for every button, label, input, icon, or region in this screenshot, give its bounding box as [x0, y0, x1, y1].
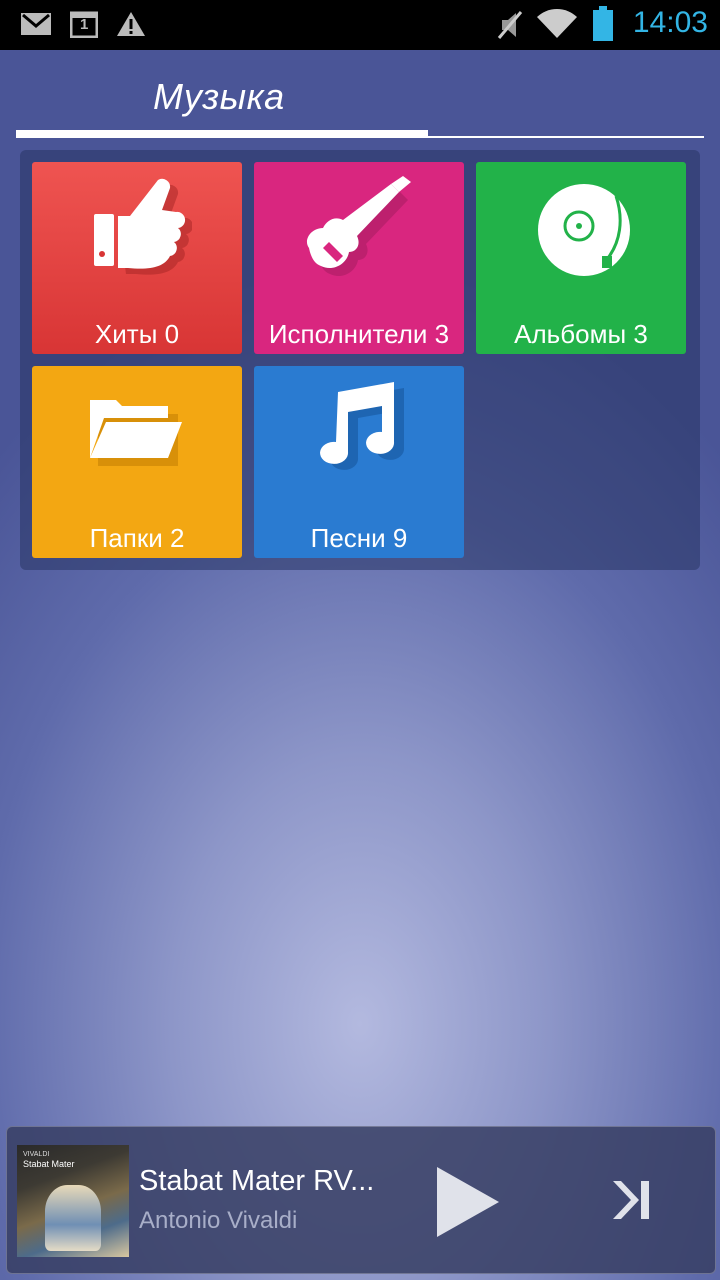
tile-label: Песни 9 — [310, 523, 408, 553]
tile-label: Исполнители 3 — [268, 319, 450, 349]
warning-icon — [116, 10, 146, 43]
gmail-icon — [20, 11, 52, 42]
thumbs-up-icon — [94, 178, 192, 275]
tile-label: Папки 2 — [89, 523, 185, 553]
turntable-icon — [538, 184, 630, 276]
next-track-button[interactable] — [609, 1177, 653, 1228]
clock: 14:03 — [632, 6, 708, 39]
play-button[interactable] — [433, 1165, 503, 1244]
battery-icon — [592, 6, 614, 47]
tile-artists[interactable]: Исполнители 3 — [254, 162, 464, 354]
mute-icon — [496, 10, 524, 45]
category-panel: Хиты 0 Исполнители 3 Альбомы 3 Папки 2 П… — [20, 150, 700, 570]
skip-next-icon — [613, 1181, 649, 1219]
album-cover[interactable]: VIVALDI Stabat Mater — [17, 1145, 129, 1257]
tab-indicator-active — [16, 130, 428, 138]
tile-songs[interactable]: Песни 9 — [254, 366, 464, 558]
song-title[interactable]: Stabat Mater RV... — [139, 1165, 374, 1198]
tile-label: Хиты 0 — [94, 319, 180, 349]
calendar-day: 1 — [80, 16, 89, 33]
cover-artwork — [45, 1185, 101, 1251]
now-playing-bar[interactable]: VIVALDI Stabat Mater Stabat Mater RV... … — [6, 1126, 716, 1274]
play-icon — [437, 1167, 499, 1237]
tile-hits[interactable]: Хиты 0 — [32, 162, 242, 354]
header: Музыка — [0, 50, 720, 140]
wifi-icon — [536, 8, 578, 45]
folder-icon — [90, 400, 182, 466]
status-bar: 1 14:03 — [0, 0, 720, 50]
tile-folders[interactable]: Папки 2 — [32, 366, 242, 558]
music-note-icon — [320, 382, 405, 470]
guitar-icon — [306, 176, 411, 277]
tile-label: Альбомы 3 — [514, 319, 648, 349]
page-title[interactable]: Музыка — [153, 76, 285, 118]
song-artist: Antonio Vivaldi — [139, 1207, 298, 1234]
cover-title: Stabat Mater — [23, 1159, 75, 1169]
cover-composer: VIVALDI — [23, 1151, 50, 1158]
tile-albums[interactable]: Альбомы 3 — [476, 162, 686, 354]
